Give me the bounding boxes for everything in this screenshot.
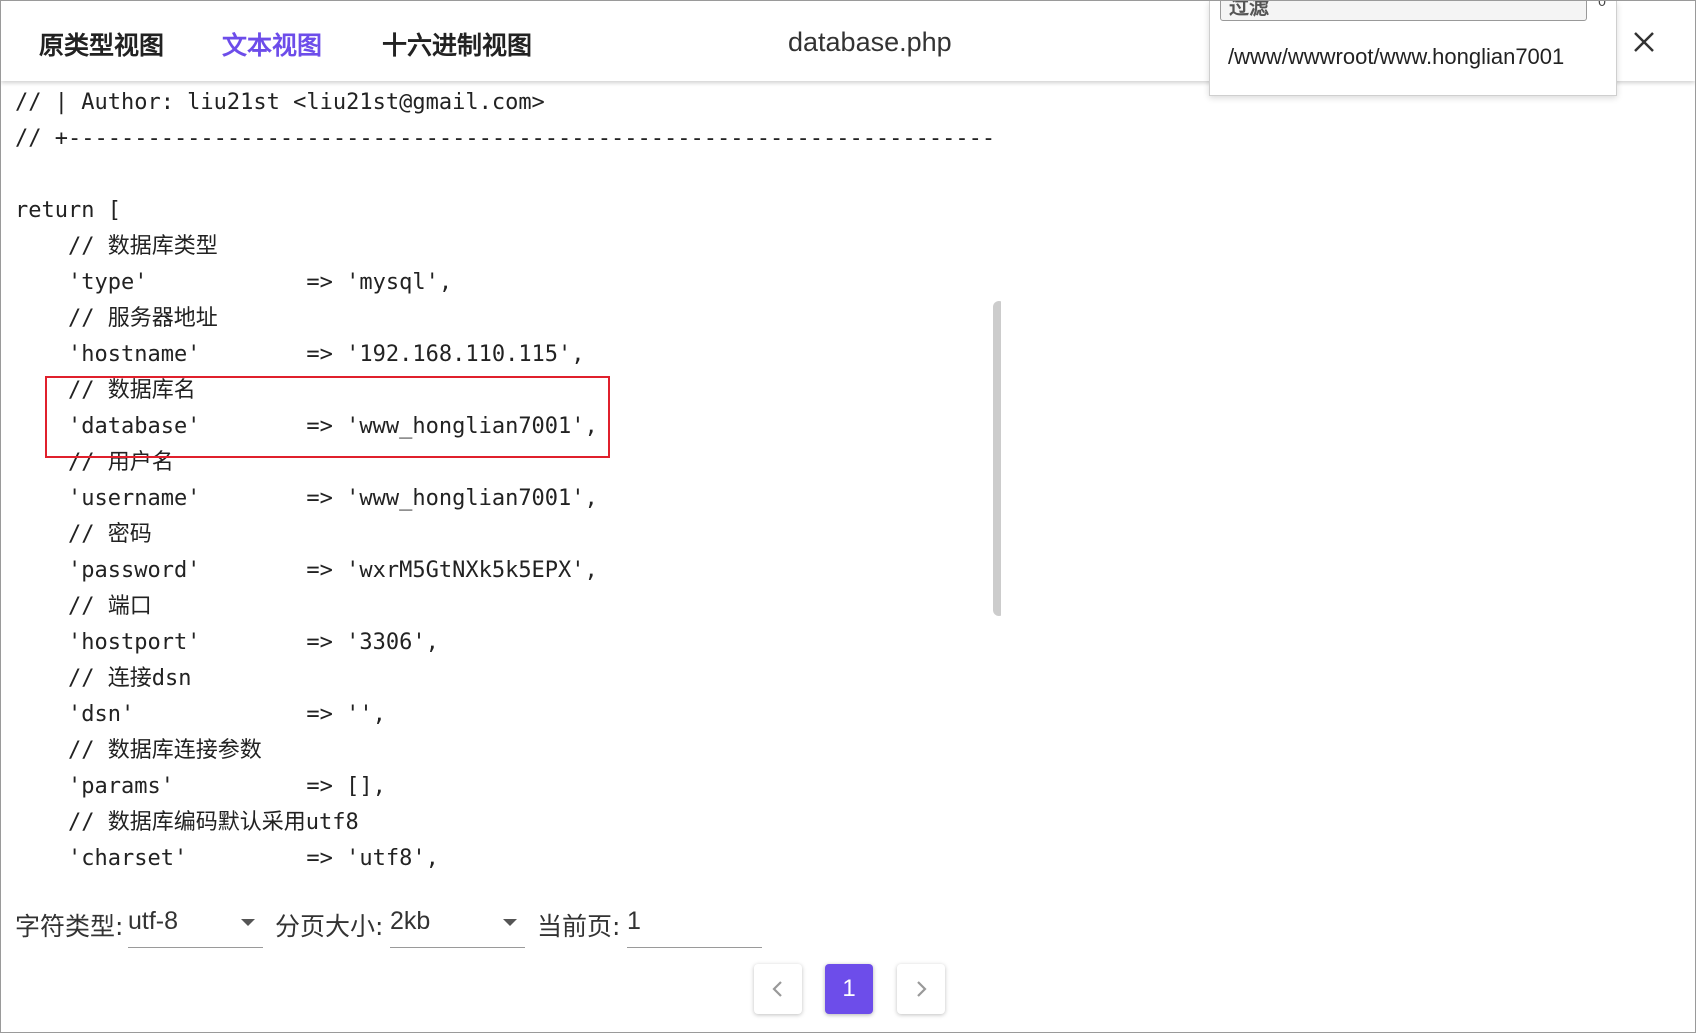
code-line: // +------------------------------------… bbox=[15, 126, 996, 151]
file-name-title: database.php bbox=[788, 27, 952, 57]
code-line: // 服务器地址 bbox=[15, 306, 218, 331]
filter-input[interactable]: 过滤 bbox=[1220, 0, 1587, 21]
hostname-highlight-box bbox=[45, 376, 610, 458]
code-view[interactable]: // | Author: liu21st <liu21st@gmail.com>… bbox=[1, 81, 1001, 871]
page-size-label: 分页大小: bbox=[275, 912, 384, 941]
code-line: 'type' => 'mysql', bbox=[15, 270, 453, 295]
close-icon bbox=[1634, 32, 1654, 52]
code-line: // 密码 bbox=[15, 522, 152, 547]
code-line: 'username' => 'www_honglian7001', bbox=[15, 486, 598, 511]
code-line: // 数据库编码默认采用utf8 bbox=[15, 810, 359, 835]
page-size-value: 2kb bbox=[390, 907, 431, 935]
code-line: 'hostport' => '3306', bbox=[15, 630, 439, 655]
chevron-down-icon bbox=[241, 919, 255, 926]
file-viewer-window: 原类型视图 文本视图 十六进制视图 database.php 过滤 0 /www… bbox=[0, 0, 1696, 1033]
page-button-current[interactable]: 1 bbox=[825, 964, 873, 1014]
current-page-value: 1 bbox=[627, 907, 641, 935]
code-line: 'params' => [], bbox=[15, 774, 386, 799]
charset-value: utf-8 bbox=[128, 907, 179, 935]
tab-text-view[interactable]: 文本视图 bbox=[222, 26, 322, 62]
next-page-button[interactable] bbox=[897, 964, 945, 1014]
chevron-right-icon bbox=[917, 981, 927, 997]
charset-select[interactable]: utf-8 bbox=[128, 897, 263, 948]
code-line: // 端口 bbox=[15, 594, 152, 619]
code-line: // 数据库类型 bbox=[15, 234, 218, 259]
code-line: 'password' => 'wxrM5GtNXk5k5EPX', bbox=[15, 558, 598, 583]
code-line: // 数据库连接参数 bbox=[15, 738, 262, 763]
page-size-select[interactable]: 2kb bbox=[390, 897, 525, 948]
code-line: // 连接dsn bbox=[15, 666, 192, 691]
current-page-input[interactable]: 1 bbox=[627, 897, 762, 948]
path-dropdown: 过滤 0 /www/wwwroot/www.honglian7001 bbox=[1209, 1, 1617, 96]
code-line: 'hostname' => '192.168.110.115', bbox=[15, 342, 585, 367]
code-scrollbar[interactable] bbox=[993, 301, 1001, 616]
filter-button[interactable]: 0 bbox=[1595, 1, 1609, 17]
tab-hex-view[interactable]: 十六进制视图 bbox=[382, 26, 532, 62]
close-button[interactable] bbox=[1625, 23, 1663, 61]
chevron-down-icon bbox=[503, 919, 517, 926]
chevron-left-icon bbox=[772, 981, 782, 997]
code-line: 'dsn' => '', bbox=[15, 702, 386, 727]
code-line: 'charset' => 'utf8', bbox=[15, 846, 439, 871]
code-line: return [ bbox=[15, 198, 121, 223]
prev-page-button[interactable] bbox=[754, 964, 802, 1014]
current-page-label: 当前页: bbox=[537, 912, 621, 941]
code-line: // | Author: liu21st <liu21st@gmail.com> bbox=[15, 90, 545, 115]
charset-label: 字符类型: bbox=[15, 912, 124, 941]
tab-raw-view[interactable]: 原类型视图 bbox=[39, 26, 164, 62]
filter-label: 过滤 bbox=[1229, 0, 1269, 19]
path-option[interactable]: /www/wwwroot/www.honglian7001 bbox=[1228, 44, 1564, 70]
